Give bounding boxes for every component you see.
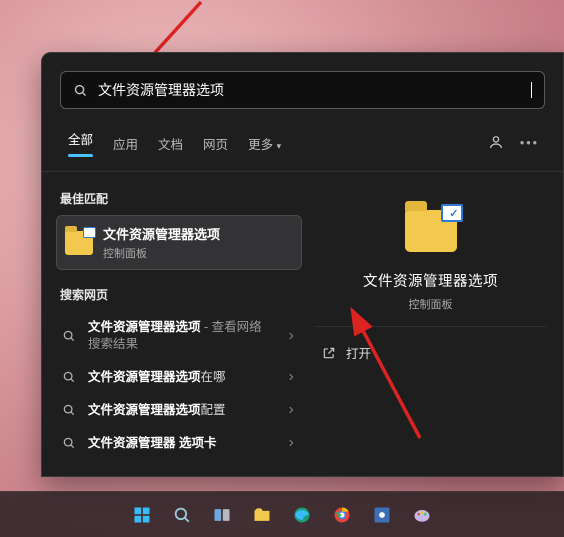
detail-subtitle: 控制面板 <box>409 296 453 312</box>
taskbar-edge[interactable] <box>287 500 317 530</box>
search-icon <box>62 329 76 343</box>
folder-icon <box>252 505 272 525</box>
search-input[interactable] <box>98 82 533 98</box>
web-result[interactable]: 文件资源管理器选项 - 查看网络搜索结果 <box>56 311 302 361</box>
best-match-item[interactable]: 文件资源管理器选项 控制面板 <box>56 215 302 270</box>
windows-icon <box>132 505 152 525</box>
web-result[interactable]: 文件资源管理器选项配置 <box>56 394 302 427</box>
search-icon <box>62 403 76 417</box>
chevron-right-icon <box>286 331 296 341</box>
best-match-subtitle: 控制面板 <box>103 245 220 261</box>
filter-tabs: 全部 应用 文档 网页 更多 ▾ ••• <box>42 123 563 172</box>
web-result[interactable]: 文件资源管理器选项在哪 <box>56 361 302 394</box>
result-label: 文件资源管理器选项配置 <box>88 402 274 419</box>
edge-icon <box>292 505 312 525</box>
open-action[interactable]: 打开 <box>314 331 547 374</box>
tab-docs[interactable]: 文档 <box>150 128 191 159</box>
taskbar <box>0 491 564 537</box>
open-label: 打开 <box>346 343 371 362</box>
tab-more[interactable]: 更多 ▾ <box>240 128 289 159</box>
taskbar-taskview[interactable] <box>207 500 237 530</box>
result-label: 文件资源管理器选项在哪 <box>88 369 274 386</box>
detail-card: ✓ 文件资源管理器选项 控制面板 <box>314 188 547 327</box>
web-result[interactable]: 文件资源管理器 选项卡 <box>56 427 302 460</box>
taskbar-explorer[interactable] <box>247 500 277 530</box>
search-bar[interactable] <box>60 71 545 109</box>
folder-options-icon <box>65 231 93 255</box>
chevron-right-icon <box>286 405 296 415</box>
search-icon <box>73 83 88 98</box>
search-icon <box>173 506 191 524</box>
chevron-right-icon <box>286 438 296 448</box>
taskbar-search[interactable] <box>167 500 197 530</box>
best-match-header: 最佳匹配 <box>60 190 298 207</box>
text-caret <box>531 82 532 98</box>
more-options-icon[interactable]: ••• <box>514 132 545 154</box>
chevron-right-icon <box>286 372 296 382</box>
tab-all[interactable]: 全部 <box>60 123 101 163</box>
taskbar-settings[interactable] <box>367 500 397 530</box>
taskbar-chrome[interactable] <box>327 500 357 530</box>
search-panel: 全部 应用 文档 网页 更多 ▾ ••• 最佳匹配 文件资源管理器选项 控制面板… <box>41 52 564 477</box>
taskbar-paint[interactable] <box>407 500 437 530</box>
result-label: 文件资源管理器选项 - 查看网络搜索结果 <box>88 319 274 353</box>
detail-pane: ✓ 文件资源管理器选项 控制面板 打开 <box>314 186 553 466</box>
tab-apps[interactable]: 应用 <box>105 128 146 159</box>
account-icon[interactable] <box>482 130 510 157</box>
chrome-icon <box>332 505 352 525</box>
detail-title: 文件资源管理器选项 <box>363 270 498 291</box>
settings-icon <box>372 505 392 525</box>
paint-icon <box>412 505 432 525</box>
result-label: 文件资源管理器 选项卡 <box>88 435 274 452</box>
best-match-title: 文件资源管理器选项 <box>103 224 220 243</box>
open-external-icon <box>322 346 336 360</box>
search-icon <box>62 436 76 450</box>
web-results-header: 搜索网页 <box>60 286 298 303</box>
taskbar-start[interactable] <box>127 500 157 530</box>
results-column: 最佳匹配 文件资源管理器选项 控制面板 搜索网页 文件资源管理器选项 - 查看网… <box>56 186 302 466</box>
search-icon <box>62 370 76 384</box>
taskview-icon <box>212 505 232 525</box>
tab-web[interactable]: 网页 <box>195 128 236 159</box>
